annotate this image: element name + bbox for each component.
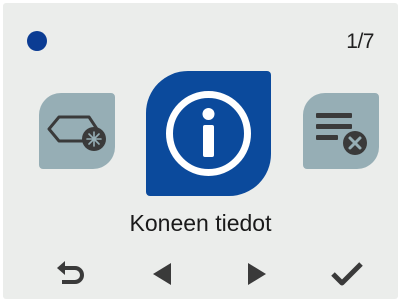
- back-button[interactable]: [53, 259, 89, 289]
- confirm-button[interactable]: [329, 259, 365, 289]
- previous-icon: [153, 263, 171, 285]
- clear-alarms-icon: [316, 113, 367, 155]
- info-icon: [166, 91, 251, 176]
- device-screen: 1/7 Koneen tiedot: [3, 3, 398, 299]
- filter-maintenance-icon: [47, 115, 106, 151]
- menu-tile-previous[interactable]: [39, 93, 115, 169]
- status-indicator-dot: [27, 31, 47, 51]
- previous-button[interactable]: [145, 259, 181, 289]
- menu-tile-next[interactable]: [303, 93, 379, 169]
- confirm-icon: [331, 262, 363, 286]
- selected-item-label: Koneen tiedot: [129, 210, 272, 236]
- next-button[interactable]: [238, 259, 274, 289]
- menu-tile-selected[interactable]: [146, 71, 271, 196]
- next-icon: [248, 263, 266, 285]
- back-icon: [57, 261, 84, 284]
- page-indicator: 1/7: [346, 30, 374, 53]
